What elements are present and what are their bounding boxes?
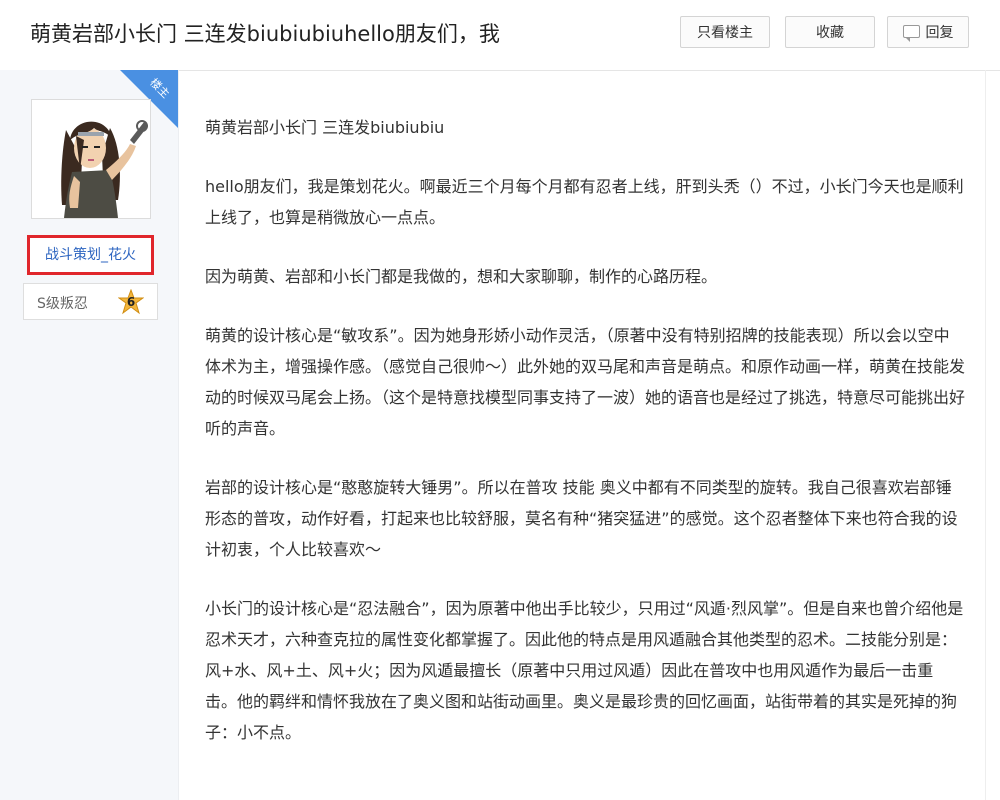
post-paragraph: 因为萌黄、岩部和小长门都是我做的，想和大家聊聊，制作的心路历程。 xyxy=(205,267,718,286)
author-username[interactable]: 战斗策划_花火 xyxy=(27,235,154,275)
author-rank: S级叛忍 6 xyxy=(23,283,158,320)
rank-level: 6 xyxy=(126,295,136,309)
post-paragraph: 小长门的设计核心是“忍法融合”，因为原著中他出手比较少，只用过“风遁·烈风掌”。… xyxy=(205,599,964,742)
rank-title: S级叛忍 xyxy=(37,296,88,312)
post-body: 萌黄岩部小长门 三连发biubiubiu hello朋友们，我是策划花火。啊最近… xyxy=(205,112,965,776)
post-paragraph: 萌黄的设计核心是“敏攻系”。因为她身形娇小动作灵活，（原著中没有特别招牌的技能表… xyxy=(205,326,966,438)
author-panel: 楼主 战斗策划_花火 S级叛忍 6 xyxy=(0,70,179,800)
rank-badge-icon: 6 xyxy=(117,288,145,315)
avatar[interactable] xyxy=(31,99,151,219)
thread-title: 萌黄岩部小长门 三连发biubiubiuhello朋友们，我 xyxy=(30,22,500,46)
reply-label: 回复 xyxy=(925,25,954,41)
only-author-button[interactable]: 只看楼主 xyxy=(680,16,770,48)
content-right-border xyxy=(985,70,986,800)
post-paragraph: 萌黄岩部小长门 三连发biubiubiu xyxy=(205,118,445,137)
thread-header: 萌黄岩部小长门 三连发biubiubiuhello朋友们，我 只看楼主 收藏 回… xyxy=(0,0,1000,71)
post-paragraph: hello朋友们，我是策划花火。啊最近三个月每个月都有忍者上线，肝到头秃（）不过… xyxy=(205,177,964,227)
avatar-illustration xyxy=(32,100,150,218)
post-paragraph: 岩部的设计核心是“憨憨旋转大锤男”。所以在普攻 技能 奥义中都有不同类型的旋转。… xyxy=(205,478,958,559)
reply-button[interactable]: 回复 xyxy=(887,16,969,48)
reply-bubble-icon xyxy=(902,25,920,42)
favorite-button[interactable]: 收藏 xyxy=(785,16,875,48)
